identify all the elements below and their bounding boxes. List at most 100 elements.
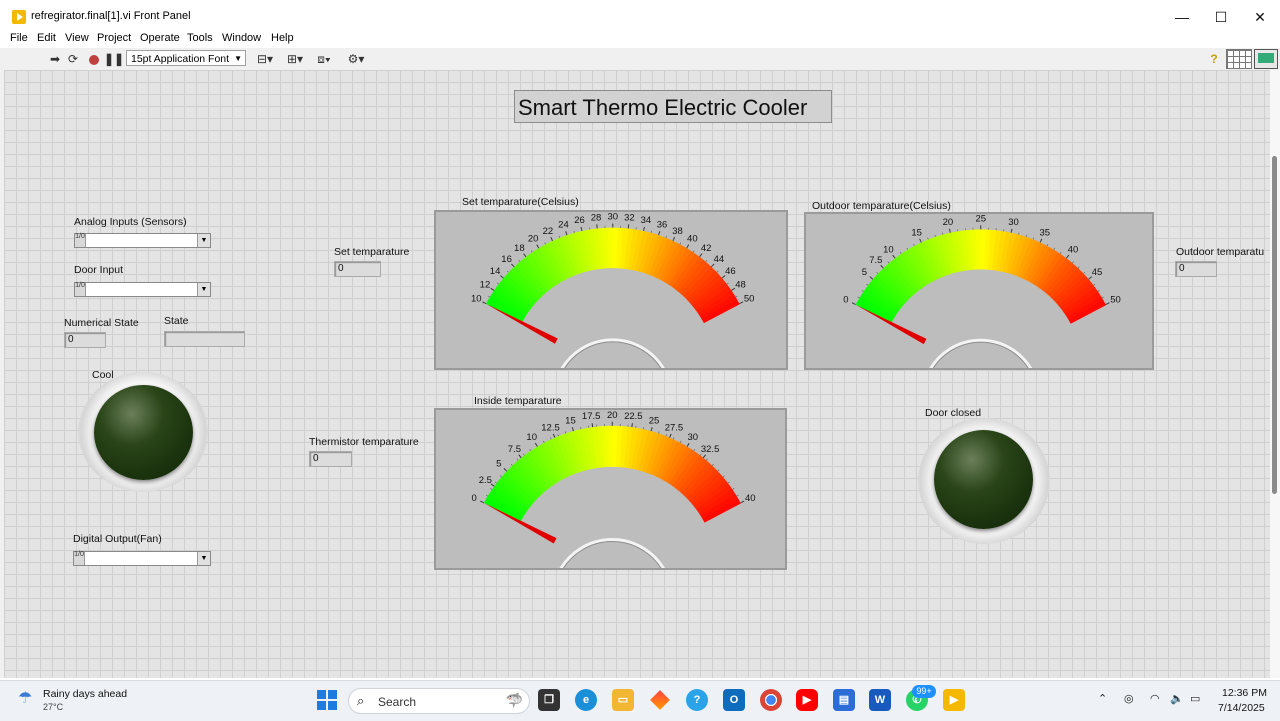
- numerical-state-indicator: 0: [64, 332, 106, 348]
- gauge-tick-label: 15: [911, 227, 922, 238]
- weather-temp[interactable]: 27°C: [43, 702, 63, 712]
- set-temp-indicator: 0: [334, 261, 381, 277]
- gauge-minor-tick: [500, 476, 502, 477]
- align-objects-icon[interactable]: ⊟▾: [254, 51, 276, 67]
- chrome-icon[interactable]: [760, 689, 782, 711]
- panel-title: Smart Thermo Electric Cooler: [514, 90, 832, 123]
- gauge-tick-label: 12: [480, 279, 491, 290]
- gauge-minor-tick: [728, 482, 730, 483]
- cool-led[interactable]: [94, 385, 193, 480]
- pause-icon[interactable]: ❚❚: [104, 51, 120, 67]
- gauge-tick-label: 32.5: [701, 444, 720, 455]
- gauge-minor-tick: [1060, 252, 1061, 254]
- battery-icon[interactable]: ▭: [1190, 692, 1200, 705]
- file-explorer-icon[interactable]: ▭: [612, 689, 634, 711]
- show-hidden-icons-icon[interactable]: ⌃: [1098, 692, 1107, 705]
- door-input-ring[interactable]: 1/0 ▼: [74, 282, 211, 297]
- menu-edit[interactable]: Edit: [37, 32, 56, 44]
- windows-start-icon[interactable]: [316, 689, 338, 711]
- chevron-down-icon[interactable]: ▼: [197, 234, 210, 247]
- abort-icon[interactable]: [86, 51, 102, 67]
- font-select[interactable]: 15pt Application Font ▼: [126, 50, 246, 66]
- gauge-minor-tick: [482, 502, 484, 503]
- digital-output-ring[interactable]: 1/0 ▼: [73, 551, 211, 566]
- weather-text[interactable]: Rainy days ahead: [43, 688, 127, 700]
- youtube-icon[interactable]: ▶: [796, 689, 818, 711]
- weather-rain-icon[interactable]: ☂: [18, 690, 38, 708]
- clock-date[interactable]: 7/14/2025: [1218, 702, 1265, 714]
- run-continuously-icon[interactable]: ⟳: [65, 51, 81, 67]
- menu-window[interactable]: Window: [222, 32, 261, 44]
- gauge-tick-label: 30: [1008, 217, 1019, 228]
- labview-taskbar-icon[interactable]: ▶: [943, 689, 965, 711]
- menu-tools[interactable]: Tools: [187, 32, 213, 44]
- toolbar: ➡ ⟳ ❚❚ 15pt Application Font ▼ ⊟▾ ⊞▾ ⧈▾ …: [0, 48, 1280, 71]
- run-arrow-icon[interactable]: ➡: [47, 51, 63, 67]
- gauge-tick-label: 27.5: [665, 422, 684, 433]
- resize-objects-icon[interactable]: ⧈▾: [313, 51, 335, 67]
- thermistor-temp-indicator: 0: [309, 451, 352, 467]
- gauge-tick-label: 45: [1092, 267, 1103, 278]
- gauge-tick-label: 0: [472, 493, 477, 504]
- distribute-objects-icon[interactable]: ⊞▾: [284, 51, 306, 67]
- help-icon[interactable]: ?: [1206, 51, 1222, 67]
- gauge-minor-tick: [1026, 235, 1027, 237]
- chevron-down-icon[interactable]: ▼: [197, 552, 210, 565]
- gauge-minor-tick: [907, 248, 908, 250]
- door-closed-led[interactable]: [934, 430, 1033, 529]
- gauge-minor-tick: [913, 244, 914, 246]
- volume-icon[interactable]: 🔈: [1170, 692, 1184, 705]
- chevron-down-icon[interactable]: ▼: [197, 283, 210, 296]
- inside-temp-gauge: 02.557.51012.51517.52022.52527.53032.540: [434, 408, 787, 570]
- menu-view[interactable]: View: [65, 32, 89, 44]
- gauge-minor-tick: [866, 284, 868, 285]
- outlook-icon[interactable]: O: [723, 689, 745, 711]
- gauge-minor-tick: [935, 235, 936, 237]
- set-temp-gauge-label: Set temparature(Celsius): [462, 196, 579, 208]
- gauge-tick-label: 5: [862, 267, 867, 278]
- gauge-minor-tick: [888, 261, 889, 263]
- connector-pane-icon[interactable]: [1226, 49, 1252, 69]
- digital-output-label: Digital Output(Fan): [73, 533, 162, 545]
- maximize-button[interactable]: ☐: [1206, 6, 1236, 28]
- menu-operate[interactable]: Operate: [140, 32, 180, 44]
- menu-help[interactable]: Help: [271, 32, 294, 44]
- taskbar-search[interactable]: ⌕ Search 🦈: [348, 688, 530, 714]
- gauge-minor-tick: [900, 252, 901, 254]
- gauge-tick-label: 12.5: [541, 422, 560, 433]
- edge-icon[interactable]: e: [575, 689, 597, 711]
- word-icon[interactable]: W: [869, 689, 891, 711]
- help-app-icon[interactable]: ?: [686, 689, 708, 711]
- gauge-minor-tick: [706, 459, 707, 461]
- scrollbar-thumb[interactable]: [1272, 156, 1277, 494]
- antivirus-icon[interactable]: ◎: [1124, 692, 1134, 705]
- gauge-minor-tick: [673, 437, 674, 439]
- task-view-icon[interactable]: ❐: [538, 689, 560, 711]
- gauge-minor-tick: [741, 502, 743, 503]
- menu-file[interactable]: File: [10, 32, 28, 44]
- store-icon[interactable]: ▤: [833, 689, 855, 711]
- analog-inputs-label: Analog Inputs (Sensors): [74, 216, 187, 228]
- vi-icon[interactable]: [1254, 49, 1278, 69]
- gauge-inner-arc: [930, 340, 1031, 368]
- gauge-tick-label: 32: [624, 213, 635, 224]
- labview-app-icon: [12, 10, 26, 24]
- vertical-scrollbar[interactable]: [1270, 70, 1280, 678]
- gauge-tick-label: 16: [501, 254, 512, 265]
- door-closed-label: Door closed: [925, 407, 981, 419]
- gauge-minor-tick: [1102, 297, 1104, 298]
- reorder-icon[interactable]: ⚙▾: [345, 51, 367, 67]
- gauge-minor-tick: [718, 470, 719, 471]
- minimize-button[interactable]: —: [1167, 6, 1197, 28]
- gauge-minor-tick: [486, 495, 488, 496]
- gauge-tick-label: 30: [687, 432, 698, 443]
- menu-project[interactable]: Project: [97, 32, 131, 44]
- app-diamond-icon[interactable]: [649, 689, 671, 711]
- wifi-icon[interactable]: ◠: [1150, 692, 1160, 705]
- gauge-inner-arc-shadow: [563, 342, 662, 368]
- analog-inputs-ring[interactable]: 1/0 ▼: [74, 233, 211, 248]
- gauge-inner-arc-shadow: [932, 342, 1030, 368]
- close-button[interactable]: ✕: [1245, 6, 1275, 28]
- clock-time[interactable]: 12:36 PM: [1222, 687, 1267, 699]
- gauge-tick-label: 46: [725, 266, 736, 277]
